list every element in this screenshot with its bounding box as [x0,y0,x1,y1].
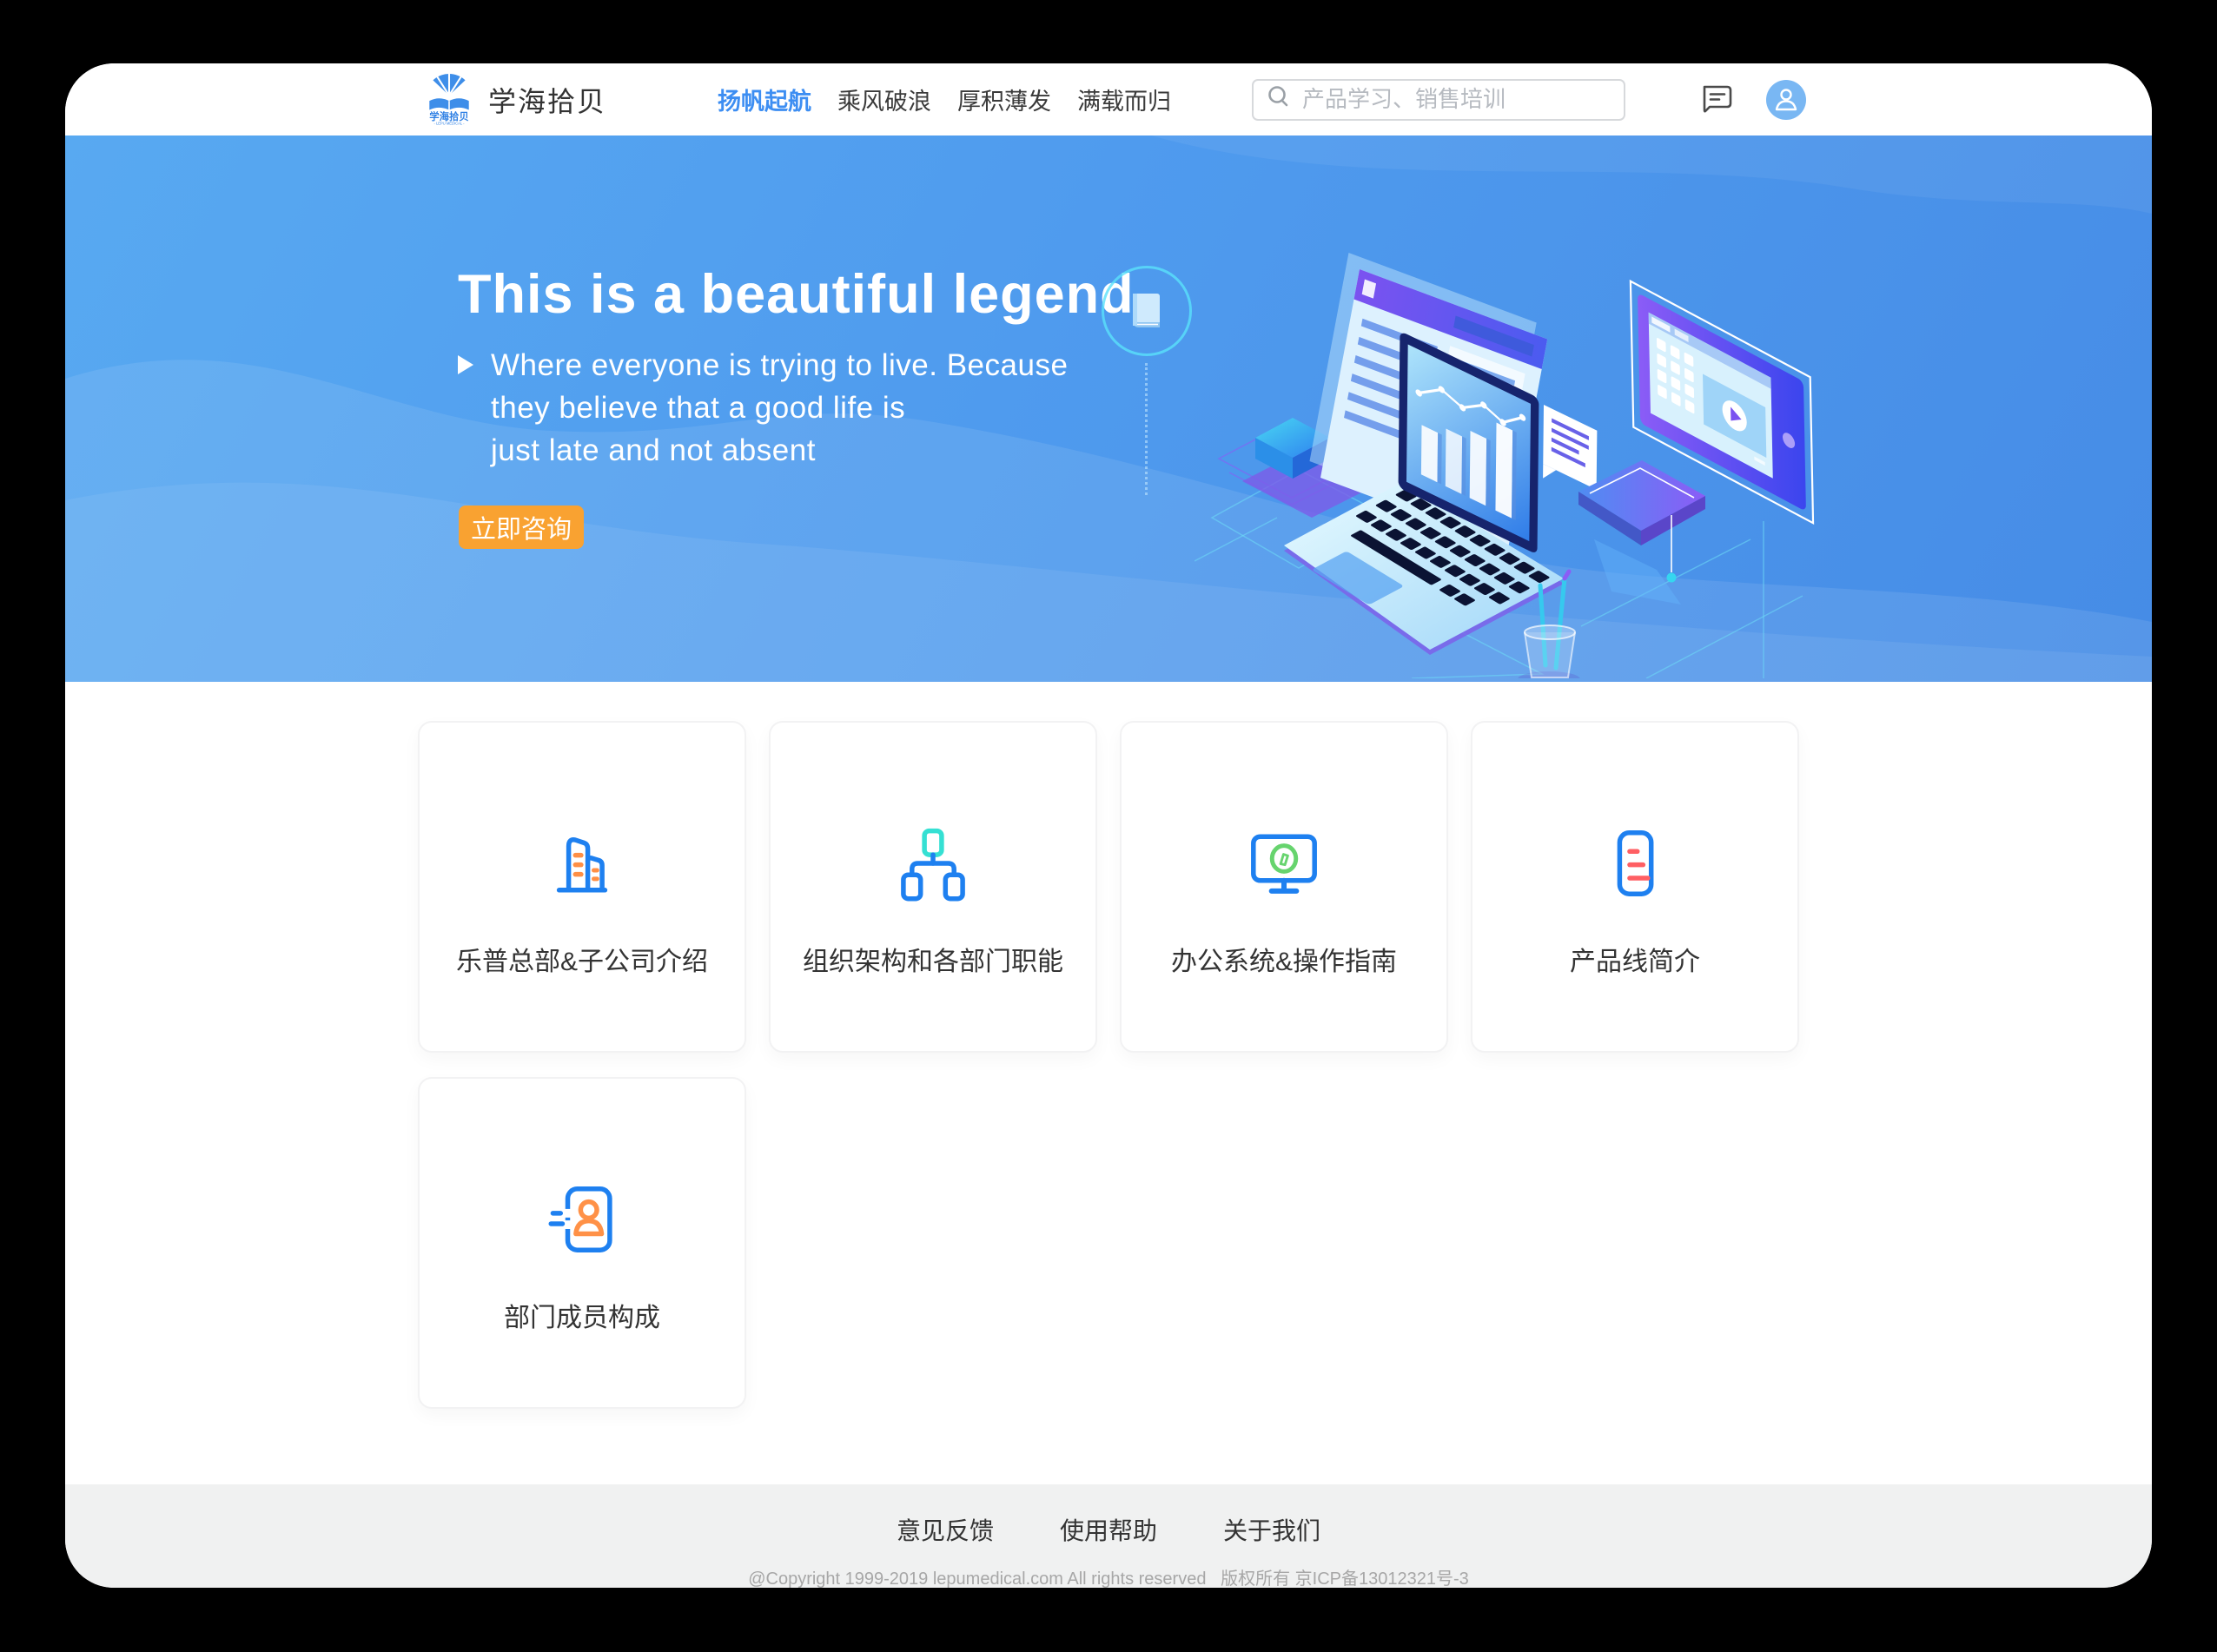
bullet-triangle-icon [458,355,473,374]
search-box[interactable] [1252,79,1625,121]
nav-item-1[interactable]: 乘风破浪 [837,83,931,116]
hero-illustration [1195,231,1855,678]
browser-page: 学海拾贝 - LEPU MEDICAL - 学海拾贝 扬帆起航 乘风破浪 厚积薄… [65,63,2152,1588]
site-header: 学海拾贝 - LEPU MEDICAL - 学海拾贝 扬帆起航 乘风破浪 厚积薄… [65,63,2152,135]
card-label: 组织架构和各部门职能 [803,940,1063,978]
footer-links: 意见反馈 使用帮助 关于我们 [65,1512,2152,1547]
footer-link-about[interactable]: 关于我们 [1223,1512,1320,1547]
search-icon [1266,84,1292,115]
copyright-text: @Copyright 1999-2019 lepumedical.com All… [65,1564,2152,1588]
nav-item-0[interactable]: 扬帆起航 [718,83,811,116]
search-input[interactable] [1302,86,1611,113]
user-avatar[interactable] [1766,80,1806,120]
consult-now-button[interactable]: 立即咨询 [459,506,584,549]
hero-subtitle: Where everyone is trying to live. Becaus… [458,344,1068,472]
monitor-compass-icon [1246,825,1322,902]
card-label: 产品线简介 [1570,940,1700,978]
card-department-members[interactable]: 部门成员构成 [418,1077,746,1409]
brand-logo-subcaption: - LEPU MEDICAL - [433,121,465,125]
card-grid: 乐普总部&子公司介绍 组织架构和各部门职能 [418,721,1799,1409]
hero-subtitle-line-2: they believe that a good life is [491,387,1068,429]
dotted-line-decoration [1145,363,1148,495]
card-product-lines[interactable]: 产品线简介 [1471,721,1799,1053]
contact-card-icon [544,1181,620,1258]
footer-link-feedback[interactable]: 意见反馈 [897,1512,994,1547]
card-label: 部门成员构成 [504,1296,660,1334]
user-icon [1771,85,1801,115]
book-badge-icon [1102,266,1192,356]
message-icon[interactable] [1698,83,1735,117]
card-label: 办公系统&操作指南 [1171,940,1397,978]
brand[interactable]: 学海拾贝 - LEPU MEDICAL - 学海拾贝 [424,69,606,129]
footer-link-help[interactable]: 使用帮助 [1060,1512,1157,1547]
main-content: 乐普总部&子公司介绍 组织架构和各部门职能 [65,682,2152,1484]
org-chart-icon [895,825,971,902]
hero-subtitle-line-1: Where everyone is trying to live. Becaus… [491,344,1068,387]
document-lines-icon [1597,825,1673,902]
card-org-structure[interactable]: 组织架构和各部门职能 [769,721,1097,1053]
nav-item-2[interactable]: 厚积薄发 [957,83,1051,116]
nav-item-3[interactable]: 满载而归 [1077,83,1171,116]
brand-logo-icon: 学海拾贝 - LEPU MEDICAL - [424,69,474,129]
building-icon [544,825,620,902]
card-office-system[interactable]: 办公系统&操作指南 [1120,721,1448,1053]
hero-banner: This is a beautiful legend Where everyon… [65,135,2152,682]
main-nav: 扬帆起航 乘风破浪 厚积薄发 满载而归 [718,83,1171,116]
hero-title: This is a beautiful legend [458,264,1135,325]
card-company-intro[interactable]: 乐普总部&子公司介绍 [418,721,746,1053]
brand-name: 学海拾贝 [488,80,606,120]
site-footer: 意见反馈 使用帮助 关于我们 @Copyright 1999-2019 lepu… [65,1484,2152,1588]
card-label: 乐普总部&子公司介绍 [456,940,708,978]
hero-subtitle-line-3: just late and not absent [491,429,1068,472]
